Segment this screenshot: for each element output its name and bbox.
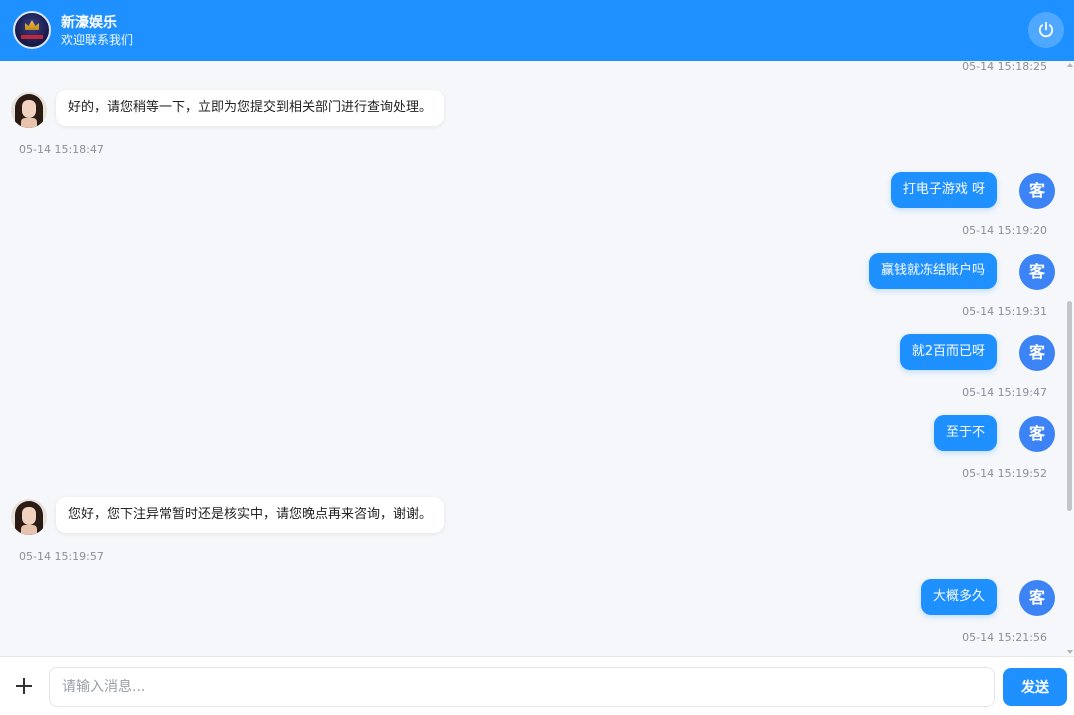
user-message-bubble: 赢钱就冻结账户吗 <box>868 253 997 289</box>
app-title: 新濠娱乐 <box>61 15 117 31</box>
message-timestamp: 05-14 15:19:52 <box>962 467 1047 480</box>
message-timestamp: 05-14 15:21:56 <box>962 631 1047 644</box>
agent-message-bubble: 好的，请您稍等一下，立即为您提交到相关部门进行查询处理。 <box>56 90 445 126</box>
message-row-user: 就2百而已呀 客 <box>0 334 1060 374</box>
casino-logo-icon <box>13 11 51 49</box>
message-list[interactable]: 05-14 15:18:25 好的，请您稍等一下，立即为您提交到相关部门进行查询… <box>0 61 1074 656</box>
message-row-user: 至于不 客 <box>0 415 1060 455</box>
power-icon <box>1038 21 1054 38</box>
message-composer: 发送 <box>0 656 1074 715</box>
power-button[interactable] <box>1028 12 1064 48</box>
message-input[interactable] <box>49 667 995 707</box>
message-timestamp: 05-14 15:19:20 <box>962 224 1047 237</box>
plus-icon[interactable] <box>15 677 33 695</box>
user-message-bubble: 就2百而已呀 <box>899 334 997 370</box>
scrollbar-thumb[interactable] <box>1067 301 1072 511</box>
agent-avatar <box>11 499 47 535</box>
chat-scrollbar[interactable] <box>1066 61 1074 656</box>
user-avatar: 客 <box>1019 416 1055 452</box>
message-timestamp: 05-14 15:18:47 <box>19 143 104 156</box>
user-message-bubble: 至于不 <box>933 415 997 451</box>
chat-header: 新濠娱乐 欢迎联系我们 <box>0 0 1074 61</box>
message-timestamp: 05-14 15:19:31 <box>962 305 1047 318</box>
message-row-user: 赢钱就冻结账户吗 客 <box>0 253 1060 293</box>
message-timestamp: 05-14 15:19:47 <box>962 386 1047 399</box>
message-row-user: 大概多久 客 <box>0 579 1060 619</box>
app-subtitle: 欢迎联系我们 <box>61 33 134 47</box>
message-row-agent: 好的，请您稍等一下，立即为您提交到相关部门进行查询处理。 <box>0 90 1060 130</box>
user-avatar: 客 <box>1019 335 1055 371</box>
message-timestamp: 05-14 15:18:25 <box>962 61 1047 73</box>
agent-avatar <box>11 92 47 128</box>
message-row-user: 打电子游戏 呀 客 <box>0 172 1060 212</box>
message-timestamp: 05-14 15:19:57 <box>19 550 104 563</box>
user-avatar: 客 <box>1019 580 1055 616</box>
message-row-agent: 您好，您下注异常暂时还是核实中，请您晚点再来咨询，谢谢。 <box>0 497 1060 537</box>
scroll-down-arrow-icon[interactable] <box>1067 650 1073 654</box>
agent-message-bubble: 您好，您下注异常暂时还是核实中，请您晚点再来咨询，谢谢。 <box>56 497 445 533</box>
send-button[interactable]: 发送 <box>1003 668 1067 706</box>
user-avatar: 客 <box>1019 254 1055 290</box>
scroll-up-arrow-icon[interactable] <box>1067 63 1073 67</box>
user-message-bubble: 大概多久 <box>920 579 997 615</box>
user-message-bubble: 打电子游戏 呀 <box>890 172 997 208</box>
user-avatar: 客 <box>1019 173 1055 209</box>
